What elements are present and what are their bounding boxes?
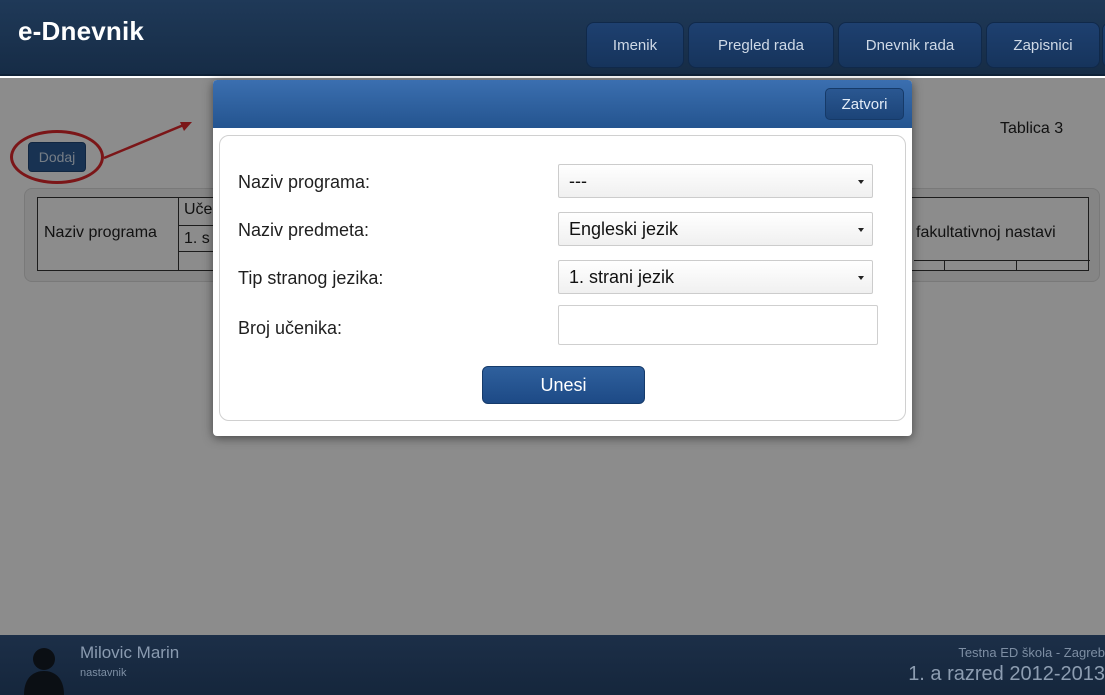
footer-bar: Milovic Marin nastavnik Testna ED škola … xyxy=(0,635,1105,695)
language-type-select[interactable]: 1. strani jezik xyxy=(558,260,873,294)
chevron-down-icon xyxy=(858,228,864,232)
program-label: Naziv programa: xyxy=(238,172,371,192)
dialog-header: Zatvori xyxy=(213,80,912,128)
class-year: 1. a razred 2012-2013 xyxy=(908,663,1105,685)
subject-label: Naziv predmeta: xyxy=(238,220,370,240)
submit-button[interactable]: Unesi xyxy=(482,366,645,404)
dialog-body: Naziv programa: --- Naziv predmeta: Engl… xyxy=(219,135,906,421)
nav-pregled-rada-button[interactable]: Pregled rada xyxy=(688,22,834,68)
top-navbar: e-Dnevnik Imenik Pregled rada Dnevnik ra… xyxy=(0,0,1105,76)
close-button[interactable]: Zatvori xyxy=(825,88,904,120)
students-label: Broj učenika: xyxy=(238,318,343,338)
nav-zapisnici-button[interactable]: Zapisnici xyxy=(986,22,1100,68)
school-name: Testna ED škola - Zagreb xyxy=(958,645,1105,660)
nav-dnevnik-rada-button[interactable]: Dnevnik rada xyxy=(838,22,982,68)
program-select[interactable]: --- xyxy=(558,164,873,198)
language-type-label: Tip stranog jezika: xyxy=(238,268,384,288)
user-role: nastavnik xyxy=(80,667,127,679)
subject-select-value: Engleski jezik xyxy=(569,218,679,239)
chevron-down-icon xyxy=(858,276,864,280)
user-name: Milovic Marin xyxy=(80,643,180,662)
nav-imenik-button[interactable]: Imenik xyxy=(586,22,684,68)
subject-select[interactable]: Engleski jezik xyxy=(558,212,873,246)
program-select-value: --- xyxy=(569,170,587,191)
language-type-select-value: 1. strani jezik xyxy=(569,266,675,287)
user-avatar-icon xyxy=(24,648,64,695)
students-input[interactable] xyxy=(558,305,878,345)
chevron-down-icon xyxy=(858,180,864,184)
app-logo[interactable]: e-Dnevnik xyxy=(18,16,144,47)
add-program-dialog: Zatvori Naziv programa: --- Naziv predme… xyxy=(213,80,912,436)
